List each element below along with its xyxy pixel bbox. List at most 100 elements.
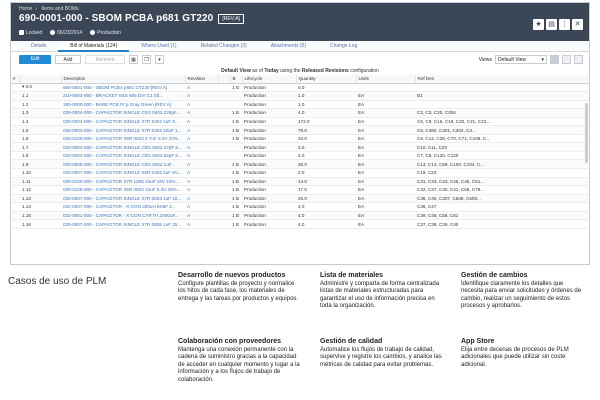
cell-empty	[11, 194, 20, 204]
table-row[interactable]: 1.13 030-0007-000 - CAPACITOR SINGLE X7R …	[11, 194, 589, 204]
table-row[interactable]: 1.6 030-0129-000 - CAPACITOR X5R 0603 4.7…	[11, 134, 589, 144]
cell-qty: 172.0	[296, 117, 356, 127]
cell-desc[interactable]: 030-0007-000 - CAPACITOR SINGLE X7R 0805…	[61, 219, 185, 229]
cell-b: 1 B	[230, 108, 242, 118]
cell-qty: 79.0	[296, 125, 356, 135]
cell-desc[interactable]: 030-0004-000 - CAPACITOR SINGLE X7R 0402…	[61, 117, 185, 127]
column-header[interactable]: Revision	[185, 75, 219, 84]
cell-desc[interactable]: 030-0004-000 - CAPACITOR SINGLE C0G 0402…	[61, 108, 185, 118]
tab-where-used[interactable]: Where Used (1)	[129, 41, 188, 52]
cell-b: 1 B	[230, 134, 242, 144]
more-icon[interactable]: ⋮	[559, 19, 570, 30]
column-header[interactable]: Lifecycle	[242, 75, 297, 84]
tab-details[interactable]: Details	[19, 41, 58, 52]
tree-view-icon[interactable]	[562, 55, 571, 64]
feature-change-management: Gestión de cambios Identifique clarament…	[461, 272, 585, 311]
cell-desc[interactable]: 032-0007-000 - CAPACITOR - X-CON 330uH 8…	[61, 202, 185, 212]
cell-desc[interactable]: 030-0007-000 - CAPACITOR SINGLE X7R 0603…	[61, 194, 185, 204]
cell-empty	[218, 211, 230, 221]
column-header[interactable]: B	[230, 75, 243, 84]
cell-unit: EA	[356, 108, 415, 118]
tab-bill-of-materials[interactable]: Bill of Materials (124)	[58, 41, 130, 52]
cell-desc[interactable]: 030-0008-000 - CAPACITOR SINGLE C0G 0402…	[61, 159, 185, 169]
cell-life: Production	[242, 125, 296, 135]
item-date: 06/23/2014	[57, 30, 83, 36]
cell-desc[interactable]: 030-0003-000 - CAPACITOR SINGLE C0G 0402…	[61, 151, 185, 161]
tab-attachments[interactable]: Attachments (5)	[259, 41, 318, 52]
cell-life: Production	[242, 100, 296, 110]
cell-desc[interactable]: 032-0001-000 - CAPACITOR - X-CON CAP,TH,…	[61, 211, 185, 221]
page-title: 690-0001-000 - SBOM PCBA p681 GT220	[19, 13, 214, 24]
gear-icon[interactable]	[574, 55, 583, 64]
table-row[interactable]: 1.3 030-0004-000 - CAPACITOR SINGLE C0G 0…	[11, 108, 589, 118]
table-row[interactable]: 1.12 030-0128-000 - CAPACITOR X5R 0603 10…	[11, 185, 589, 195]
table-row[interactable]: 1.2 180-0000-000 - BARE PCB P/ p Gray Gre…	[11, 100, 589, 110]
view-select[interactable]: Default View	[495, 55, 547, 64]
cell-life: Production	[242, 159, 296, 169]
cell-desc[interactable]: 180-0000-000 - BARE PCB P/ p Gray Green …	[61, 100, 185, 110]
table-scrollbar[interactable]	[585, 103, 588, 163]
edit-button[interactable]: Edit	[19, 55, 51, 64]
table-row[interactable]: 1.7 030-0003-000 - CAPACITOR SINGLE C0G 0…	[11, 142, 589, 152]
breadcrumb-items[interactable]: Items and BOMs	[41, 6, 78, 12]
table-row[interactable]: ▾ 0.0 690-0001-000 - SBOM PCBA p681 GT220…	[11, 83, 589, 93]
grid-icon[interactable]: ▦	[129, 55, 138, 64]
table-row[interactable]: 1.15 032-0001-000 - CAPACITOR - X-CON CAP…	[11, 211, 589, 221]
cell-rev: A	[185, 83, 218, 93]
cell-desc[interactable]: 030-0003-000 - CAPACITOR SINGLE C0G 0402…	[61, 142, 185, 152]
table-row[interactable]: 1.1 210-0003-000 - BRACKET SSS 956 DVI C1…	[11, 91, 589, 101]
table-row[interactable]: 1.9 030-0008-000 - CAPACITOR SINGLE C0G 0…	[11, 159, 589, 169]
cell-empty	[218, 134, 230, 144]
column-header[interactable]: Units	[356, 75, 416, 84]
cell-b	[230, 142, 242, 152]
close-icon[interactable]: ✕	[572, 19, 583, 30]
table-row[interactable]: 1.10 030-0007-000 - CAPACITOR SINGLE X5R …	[11, 168, 589, 178]
cell-qty: 14.0	[296, 177, 356, 187]
copy-icon[interactable]: ❐	[142, 55, 151, 64]
cell-life: Production	[242, 117, 296, 127]
table-row[interactable]: 1.5 030-0003-000 - CAPACITOR SINGLE X7R 0…	[11, 125, 589, 135]
cell-desc[interactable]: 030-0128-000 - CAPACITOR X5R 0603 10uF 6…	[61, 185, 185, 195]
remove-button[interactable]: Remove	[85, 55, 125, 64]
column-header[interactable]: Descripton	[61, 75, 186, 84]
print-icon[interactable]: ▤	[546, 19, 557, 30]
tab-change-log[interactable]: Change Log	[318, 41, 369, 52]
cell-desc[interactable]: 690-0001-000 - SBOM PCBA p681 GT220 [REV…	[61, 83, 185, 93]
cell-life: Production	[242, 202, 296, 212]
cell-empty	[11, 142, 20, 152]
add-button[interactable]: Add	[55, 55, 81, 64]
column-header[interactable]	[218, 75, 231, 84]
tab-related-changes[interactable]: Related Changes (3)	[189, 41, 259, 52]
cell-b: 1 B	[230, 202, 242, 212]
table-row[interactable]: 1.14 032-0007-000 - CAPACITOR - X-CON 330…	[11, 202, 589, 212]
column-header[interactable]: Ref Des	[415, 75, 589, 84]
breadcrumb-home[interactable]: Home	[19, 6, 32, 12]
cell-life: Production	[242, 185, 296, 195]
cell-empty	[11, 202, 20, 212]
cell-desc[interactable]: 210-0003-000 - BRACKET SSS 956 DVI C1 El…	[61, 91, 185, 101]
cell-empty	[218, 91, 230, 101]
feature-text: Mantenga una conexión permanente con la …	[178, 347, 300, 383]
cell-desc[interactable]: 030-0007-000 - CAPACITOR SINGLE X5R 0402…	[61, 168, 185, 178]
cell-desc[interactable]: 030-0129-000 - CAPACITOR X5R 0603 4.7uF …	[61, 134, 185, 144]
table-row[interactable]: 1.8 030-0003-000 - CAPACITOR SINGLE C0G 0…	[11, 151, 589, 161]
chevron-down-icon[interactable]: ▾	[155, 55, 164, 64]
cell-qty: 2.0	[296, 168, 356, 178]
table-row[interactable]: 1.16 030-0007-000 - CAPACITOR SINGLE X7R …	[11, 219, 589, 229]
column-header[interactable]: #	[11, 75, 21, 84]
cell-rev: A	[185, 202, 218, 212]
table-row[interactable]: 1.4 030-0004-000 - CAPACITOR SINGLE X7R 0…	[11, 117, 589, 127]
revision-badge: [REV:A]	[218, 13, 244, 24]
cell-ref: B1	[415, 91, 589, 101]
cell-desc[interactable]: 030-0130-000 - CAPACITOR X7R 1206 10uF 1…	[61, 177, 185, 187]
cell-life: Production	[242, 177, 296, 187]
cell-desc[interactable]: 030-0003-000 - CAPACITOR SINGLE X7R 0402…	[61, 125, 185, 135]
column-header[interactable]: Quantity	[296, 75, 357, 84]
table-row[interactable]: 1.11 030-0130-000 - CAPACITOR X7R 1206 10…	[11, 177, 589, 187]
feature-text: Automatice los flujos de trabajo de cali…	[320, 347, 442, 368]
column-header[interactable]	[20, 75, 62, 84]
cell-num: ▾ 0.0	[20, 83, 61, 93]
cell-rev: A	[185, 219, 218, 229]
list-view-icon[interactable]	[550, 55, 559, 64]
star-icon[interactable]: ★	[533, 19, 544, 30]
